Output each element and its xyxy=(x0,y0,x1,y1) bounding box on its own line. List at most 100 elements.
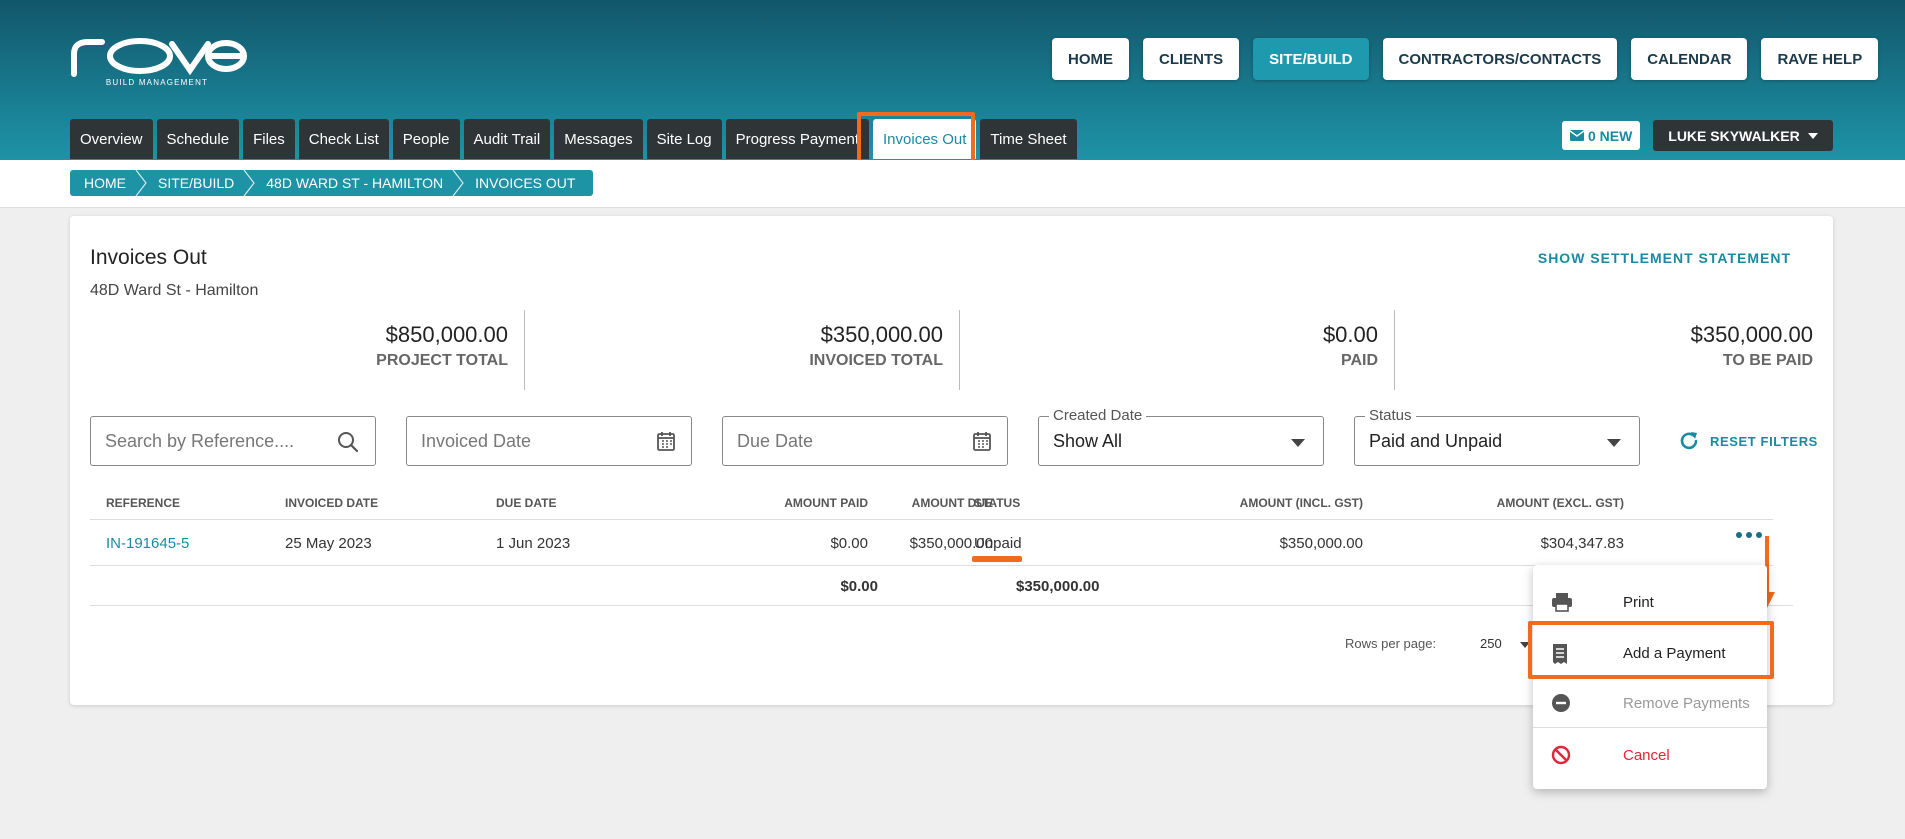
breadcrumb-site-build[interactable]: SITE/BUILD xyxy=(144,170,256,196)
col-amount-incl[interactable]: AMOUNT (INCL. GST) xyxy=(1240,496,1363,510)
table-header: REFERENCE INVOICED DATE DUE DATE AMOUNT … xyxy=(90,484,1773,520)
created-date-label: Created Date xyxy=(1049,407,1147,424)
col-due-date[interactable]: DUE DATE xyxy=(496,496,556,510)
minus-circle-icon xyxy=(1552,694,1570,712)
breadcrumb-bar: HOME SITE/BUILD 48D WARD ST - HAMILTON I… xyxy=(0,160,1905,208)
created-date-select[interactable]: Created Date Show All xyxy=(1038,407,1324,466)
tab-audit-trail[interactable]: Audit Trail xyxy=(463,119,551,159)
breadcrumb-site[interactable]: 48D WARD ST - HAMILTON xyxy=(252,170,464,196)
tab-people[interactable]: People xyxy=(392,119,460,159)
dropdown-arrow-icon xyxy=(1291,439,1305,447)
menu-divider xyxy=(1533,727,1767,728)
amount-paid-cell: $0.00 xyxy=(830,535,868,552)
tab-files[interactable]: Files xyxy=(243,119,295,159)
invoiced-date-input[interactable]: Invoiced Date xyxy=(406,416,692,466)
menu-label: Cancel xyxy=(1623,746,1670,764)
site-address: 48D Ward St - Hamilton xyxy=(90,282,259,299)
tab-site-log[interactable]: Site Log xyxy=(646,119,722,159)
more-actions-icon[interactable] xyxy=(1736,532,1762,538)
status-underline-marker xyxy=(972,556,1022,562)
total-label: PROJECT TOTAL xyxy=(376,352,508,369)
invoiced-total: $350,000.00 INVOICED TOTAL xyxy=(525,310,960,390)
col-status[interactable]: STATUS xyxy=(974,496,1020,510)
status-value: Paid and Unpaid xyxy=(1369,430,1503,451)
breadcrumb-label: 48D WARD ST - HAMILTON xyxy=(266,175,444,191)
project-total: $850,000.00 PROJECT TOTAL xyxy=(90,310,525,390)
dropdown-arrow-icon xyxy=(1607,439,1621,447)
tab-check-list[interactable]: Check List xyxy=(298,119,389,159)
tab-time-sheet[interactable]: Time Sheet xyxy=(980,119,1077,159)
to-be-paid-total: $350,000.00 TO BE PAID xyxy=(1395,310,1813,390)
tab-overview[interactable]: Overview xyxy=(70,119,153,159)
due-date-input[interactable]: Due Date xyxy=(722,416,1008,466)
reset-filters-button[interactable]: RESET FILTERS xyxy=(1678,430,1818,452)
nav-home-button[interactable]: HOME xyxy=(1052,38,1129,80)
search-placeholder: Search by Reference.... xyxy=(105,430,295,451)
invoiced-date-placeholder: Invoiced Date xyxy=(421,430,532,451)
col-reference[interactable]: REFERENCE xyxy=(106,496,180,510)
created-date-value: Show All xyxy=(1053,430,1123,451)
show-settlement-statement-button[interactable]: SHOW SETTLEMENT STATEMENT xyxy=(1538,250,1791,266)
rows-per-page-select[interactable]: 250 xyxy=(1480,636,1502,651)
tab-messages[interactable]: Messages xyxy=(554,119,643,159)
breadcrumb-label: HOME xyxy=(84,175,126,191)
search-input[interactable]: Search by Reference.... xyxy=(90,416,376,466)
status-cell: Unpaid xyxy=(974,535,1022,552)
due-date-cell: 1 Jun 2023 xyxy=(496,535,571,552)
col-amount-paid[interactable]: AMOUNT PAID xyxy=(784,496,868,510)
amount-excl-cell: $304,347.83 xyxy=(1540,535,1624,552)
menu-print[interactable]: Print xyxy=(1533,577,1767,627)
footer-due-total: $350,000.00 xyxy=(1016,578,1100,595)
app-header: BUILD MANAGEMENT HOME CLIENTS SITE/BUILD… xyxy=(0,0,1905,173)
rows-per-page-label: Rows per page: xyxy=(1345,636,1437,651)
paid-total: $0.00 PAID xyxy=(960,310,1395,390)
page-title: Invoices Out xyxy=(90,246,207,269)
invoice-reference-link[interactable]: IN-191645-5 xyxy=(106,535,189,552)
status-select[interactable]: Status Paid and Unpaid xyxy=(1354,407,1640,466)
total-amount: $350,000.00 xyxy=(820,322,943,347)
total-amount: $0.00 xyxy=(1322,322,1378,347)
user-name: LUKE SKYWALKER xyxy=(1668,127,1800,144)
breadcrumb-home[interactable]: HOME xyxy=(70,170,147,196)
refresh-icon xyxy=(1680,432,1698,450)
tab-progress-payment[interactable]: Progress Payment xyxy=(725,119,870,159)
search-icon xyxy=(338,432,359,453)
total-label: INVOICED TOTAL xyxy=(809,352,943,369)
table-row[interactable]: IN-191645-5 25 May 2023 1 Jun 2023 $0.00… xyxy=(90,520,1773,566)
total-amount: $850,000.00 xyxy=(385,322,508,347)
breadcrumb-label: INVOICES OUT xyxy=(475,175,576,191)
reset-filters-label: RESET FILTERS xyxy=(1710,433,1818,449)
tab-schedule[interactable]: Schedule xyxy=(156,119,240,159)
menu-remove-payments[interactable]: Remove Payments xyxy=(1533,678,1767,728)
col-invoiced-date[interactable]: INVOICED DATE xyxy=(285,496,378,510)
due-date-placeholder: Due Date xyxy=(737,430,814,451)
totals-summary: $850,000.00 PROJECT TOTAL $350,000.00 IN… xyxy=(90,310,1813,390)
menu-label: Print xyxy=(1623,593,1654,611)
col-amount-excl[interactable]: AMOUNT (EXCL. GST) xyxy=(1497,496,1624,510)
printer-icon xyxy=(1552,593,1572,612)
top-navigation: HOME CLIENTS SITE/BUILD CONTRACTORS/CONT… xyxy=(1052,38,1879,80)
user-menu-button[interactable]: LUKE SKYWALKER xyxy=(1653,120,1833,151)
footer-paid-total: $0.00 xyxy=(840,578,878,595)
caret-down-icon xyxy=(1807,132,1818,139)
nav-calendar-button[interactable]: CALENDAR xyxy=(1631,38,1748,80)
status-label: Status xyxy=(1365,407,1416,424)
messages-button[interactable]: 0 NEW xyxy=(1562,121,1641,150)
ban-icon xyxy=(1551,745,1571,765)
nav-help-button[interactable]: RAVE HELP xyxy=(1761,38,1879,80)
menu-highlight-box xyxy=(1528,621,1774,679)
nav-clients-button[interactable]: CLIENTS xyxy=(1143,38,1240,80)
breadcrumb-label: SITE/BUILD xyxy=(158,175,235,191)
nav-site-build-button[interactable]: SITE/BUILD xyxy=(1253,38,1369,80)
total-amount: $350,000.00 xyxy=(1690,322,1813,347)
total-label: TO BE PAID xyxy=(1722,352,1813,369)
envelope-icon xyxy=(1570,130,1584,141)
menu-cancel[interactable]: Cancel xyxy=(1533,730,1767,780)
total-label: PAID xyxy=(1340,352,1378,369)
calendar-icon xyxy=(657,432,675,451)
filters-row: Search by Reference.... Invoiced Date Du… xyxy=(90,407,1818,466)
nav-contractors-button[interactable]: CONTRACTORS/CONTACTS xyxy=(1382,38,1618,80)
logo-subtitle: BUILD MANAGEMENT xyxy=(105,78,209,87)
invoiced-date-cell: 25 May 2023 xyxy=(285,535,372,552)
breadcrumb: HOME SITE/BUILD 48D WARD ST - HAMILTON I… xyxy=(70,170,594,196)
